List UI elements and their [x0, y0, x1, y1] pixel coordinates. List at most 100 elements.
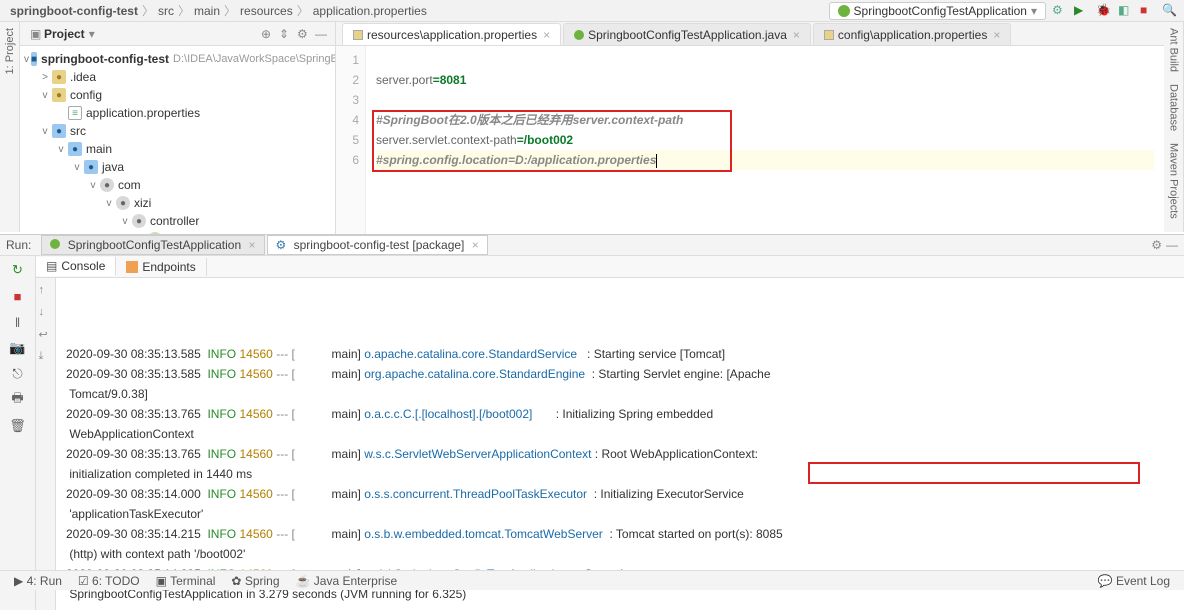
status-terminal[interactable]: ▣ Terminal	[148, 574, 224, 588]
tree-item[interactable]: v●controller	[20, 212, 335, 230]
database-tool-tab[interactable]: Database	[1168, 78, 1180, 137]
tree-item[interactable]: v●src	[20, 122, 335, 140]
status-todo[interactable]: ☑ 6: TODO	[70, 574, 148, 588]
dump-icon[interactable]: 📷	[8, 338, 28, 358]
stop-icon[interactable]: ■	[8, 286, 28, 306]
expand-arrow-icon[interactable]: v	[40, 126, 50, 137]
endpoints-tab[interactable]: Endpoints	[116, 258, 206, 276]
tree-item[interactable]: v●main	[20, 140, 335, 158]
breadcrumb-item[interactable]: resources	[236, 4, 297, 18]
down-icon[interactable]: ↓	[39, 306, 53, 320]
run-config-label: SpringbootConfigTestApplication	[854, 4, 1027, 18]
expand-arrow-icon[interactable]: v	[56, 144, 66, 155]
wrap-icon[interactable]: ↩	[39, 328, 53, 342]
code-editor[interactable]: 123456 server.port=8081 #SpringBoot在2.0版…	[336, 46, 1164, 234]
breadcrumb-file[interactable]: application.properties	[309, 4, 431, 18]
run-inner: ▤Console Endpoints ↑ ↓ ↩ ⤓ 2020-09-30 08…	[36, 256, 1184, 610]
folder-src-icon: ●	[84, 160, 98, 174]
tree-root-path: D:\IDEA\JavaWorkSpace\SpringBo	[173, 53, 335, 65]
status-spring[interactable]: ✿ Spring	[223, 574, 287, 588]
expand-arrow-icon[interactable]: v	[40, 90, 50, 101]
ant-tool-tab[interactable]: Ant Build	[1168, 22, 1180, 78]
trash-icon[interactable]: 🗑	[8, 416, 28, 436]
project-tool-tab[interactable]: 1: Project	[4, 22, 16, 80]
tree-item[interactable]: v●xizi	[20, 194, 335, 212]
project-tree[interactable]: v ■ springboot-config-test D:\IDEA\JavaW…	[20, 46, 335, 234]
tree-item[interactable]: ≡application.properties	[20, 104, 335, 122]
chevron-down-icon[interactable]: ▾	[89, 27, 95, 41]
close-icon[interactable]: ×	[472, 238, 479, 252]
log-line: WebApplicationContext	[66, 424, 1174, 444]
status-run[interactable]: ▶ 4: Run	[6, 574, 70, 588]
pkg-icon: ●	[132, 214, 146, 228]
run-config-tab[interactable]: SpringbootConfigTestApplication ×	[41, 235, 264, 255]
scroll-icon[interactable]: ⤓	[39, 350, 53, 364]
gear-icon[interactable]: ⚙	[1151, 238, 1162, 252]
tree-root[interactable]: v ■ springboot-config-test D:\IDEA\JavaW…	[20, 50, 335, 68]
file-icon	[353, 30, 363, 40]
breadcrumb-item[interactable]: main	[190, 4, 224, 18]
stop-icon[interactable]: ■	[1140, 3, 1156, 19]
file-icon: ≡	[68, 106, 82, 120]
tree-item[interactable]: >●.idea	[20, 68, 335, 86]
breadcrumb-root[interactable]: springboot-config-test	[6, 4, 142, 18]
tree-item-label: config	[70, 88, 102, 102]
chevron-down-icon: ▾	[1031, 4, 1037, 18]
event-log[interactable]: 💬 Event Log	[1090, 574, 1178, 588]
log-line: 2020-09-30 08:35:13.585 INFO 14560 --- […	[66, 344, 1174, 364]
close-icon[interactable]: ×	[793, 28, 800, 42]
rerun-icon[interactable]: ↻	[8, 260, 28, 280]
editor-tab[interactable]: resources\application.properties×	[342, 23, 561, 45]
exit-icon[interactable]: ⎋	[8, 364, 28, 384]
tree-item[interactable]: v●java	[20, 158, 335, 176]
editor-tab[interactable]: config\application.properties ×	[813, 23, 1011, 45]
log-line: (http) with context path '/boot002'	[66, 544, 1174, 564]
run-config-tab[interactable]: ⚙ springboot-config-test [package] ×	[267, 235, 488, 255]
line-number: 4	[336, 110, 359, 130]
expand-arrow-icon[interactable]: v	[24, 54, 29, 65]
up-icon[interactable]: ↑	[39, 284, 53, 298]
console-tab[interactable]: ▤Console	[36, 257, 116, 276]
build-icon[interactable]: ⚙	[1052, 3, 1068, 19]
run-icon[interactable]: ▶	[1074, 3, 1090, 19]
editor-tab[interactable]: SpringbootConfigTestApplication.java ×	[563, 23, 811, 45]
print-icon[interactable]: 🖶	[8, 390, 28, 410]
breadcrumb-item[interactable]: src	[154, 4, 178, 18]
debug-icon[interactable]: 🐞	[1096, 3, 1112, 19]
expand-arrow-icon[interactable]: v	[88, 180, 98, 191]
coverage-icon[interactable]: ◧	[1118, 3, 1134, 19]
expand-arrow-icon[interactable]: >	[40, 72, 50, 83]
run-configuration-selector[interactable]: SpringbootConfigTestApplication ▾	[829, 2, 1046, 20]
tree-root-label: springboot-config-test	[41, 52, 169, 66]
gear-icon[interactable]: ⚙	[297, 27, 311, 41]
project-panel-title[interactable]: Project	[44, 27, 85, 41]
tree-item[interactable]: v●com	[20, 176, 335, 194]
line-gutter: 123456	[336, 46, 366, 234]
editor-tab-label: config\application.properties	[838, 28, 987, 42]
console-output[interactable]: 2020-09-30 08:35:13.585 INFO 14560 --- […	[56, 278, 1184, 610]
editor-area: resources\application.properties×Springb…	[336, 22, 1164, 234]
collapse-icon[interactable]: ⇕	[279, 27, 293, 41]
tree-item[interactable]: v●config	[20, 86, 335, 104]
status-java-ee[interactable]: ☕ Java Enterprise	[288, 574, 406, 588]
editor-tab-label: SpringbootConfigTestApplication.java	[588, 28, 787, 42]
expand-arrow-icon[interactable]: v	[120, 216, 130, 227]
expand-arrow-icon[interactable]: v	[104, 198, 114, 209]
hide-icon[interactable]: —	[1166, 238, 1178, 252]
hide-icon[interactable]: —	[315, 27, 329, 41]
pause-icon[interactable]: ‖	[8, 312, 28, 332]
run-tab-label: SpringbootConfigTestApplication	[68, 238, 241, 252]
close-icon[interactable]: ×	[993, 28, 1000, 42]
search-icon[interactable]: 🔍	[1162, 3, 1178, 19]
close-icon[interactable]: ×	[249, 238, 256, 252]
pkg-icon: ●	[100, 178, 114, 192]
maven-tool-tab[interactable]: Maven Projects	[1168, 137, 1180, 225]
close-icon[interactable]: ×	[543, 28, 550, 42]
run-tool-window: Run: SpringbootConfigTestApplication × ⚙…	[0, 234, 1184, 570]
run-label: Run:	[6, 238, 31, 252]
log-line: 2020-09-30 08:35:13.765 INFO 14560 --- […	[66, 444, 1174, 464]
expand-arrow-icon[interactable]: v	[72, 162, 82, 173]
code-content[interactable]: server.port=8081 #SpringBoot在2.0版本之后已经弃用…	[366, 46, 1164, 234]
target-icon[interactable]: ⊕	[261, 27, 275, 41]
code-line: server.port=8081	[376, 70, 1154, 90]
